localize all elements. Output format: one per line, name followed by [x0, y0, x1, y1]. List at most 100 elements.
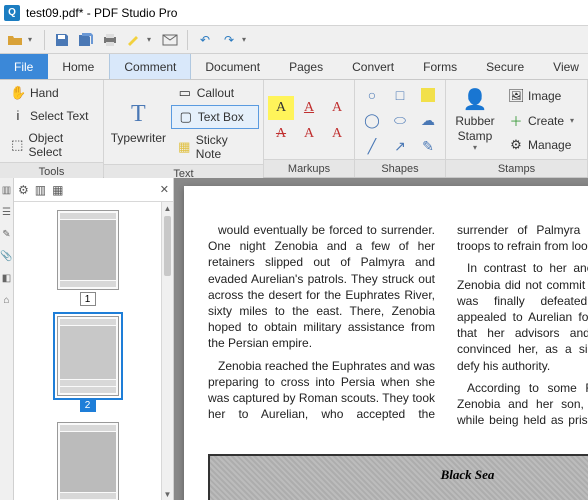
squiggly-markup-icon[interactable]: A: [324, 96, 350, 120]
line-shape-icon[interactable]: ╱: [359, 135, 385, 159]
ribbon-tabs: File Home Comment Document Pages Convert…: [0, 54, 588, 80]
cloud-shape-icon[interactable]: ☁: [415, 109, 441, 133]
thumb-view-icon[interactable]: ▥: [35, 183, 46, 197]
rail-bookmarks-icon[interactable]: ☰: [1, 206, 13, 218]
mail-icon[interactable]: [159, 29, 181, 51]
typewriter-label: Typewriter: [111, 131, 166, 145]
group-shapes: ○ □ ◯ ⬭ ☁ ╱ ↗ ✎ Shapes: [355, 80, 446, 177]
sticky-button[interactable]: ▦Sticky Note: [171, 130, 259, 164]
hand-label: Hand: [30, 86, 59, 100]
tab-view[interactable]: View: [539, 54, 588, 79]
document-viewport[interactable]: would eventually be forced to surrender.…: [174, 178, 588, 500]
sticky-icon: ▦: [177, 139, 192, 155]
page-content: would eventually be forced to surrender.…: [184, 186, 588, 500]
arrow-shape-icon[interactable]: ↗: [387, 135, 413, 159]
text-cursor-icon: Ꭵ: [10, 108, 26, 124]
thumb-options-icon[interactable]: ⚙: [18, 183, 29, 197]
save-icon[interactable]: [51, 29, 73, 51]
print-icon[interactable]: [99, 29, 121, 51]
titlebar: Q test09.pdf* - PDF Studio Pro: [0, 0, 588, 26]
open-dropdown[interactable]: ▾: [28, 35, 38, 44]
save-all-icon[interactable]: [75, 29, 97, 51]
thumbnail-scrollbar[interactable]: ▲ ▼: [161, 202, 173, 500]
group-label-markups: Markups: [264, 159, 354, 177]
rail-sign-icon[interactable]: ✎: [1, 228, 13, 240]
image-icon: 🖼: [508, 88, 524, 104]
rail-tags-icon[interactable]: ⌂: [1, 294, 13, 306]
tab-secure[interactable]: Secure: [472, 54, 539, 79]
rail-attach-icon[interactable]: 📎: [1, 250, 13, 262]
close-panel-icon[interactable]: ✕: [160, 183, 169, 196]
callout-label: Callout: [197, 86, 234, 100]
scroll-thumb[interactable]: [164, 216, 171, 276]
underline-markup-icon[interactable]: A: [296, 96, 322, 120]
tab-home[interactable]: Home: [48, 54, 109, 79]
tab-forms[interactable]: Forms: [409, 54, 472, 79]
rail-pages-icon[interactable]: ▥: [1, 184, 13, 196]
callout-button[interactable]: ▭Callout: [171, 82, 259, 104]
square-shape-icon[interactable]: □: [387, 83, 413, 107]
typewriter-button[interactable]: T Typewriter: [108, 98, 169, 147]
typewriter-icon: T: [131, 100, 146, 129]
oval-shape-icon[interactable]: ⬭: [387, 109, 413, 133]
thumb-grid-icon[interactable]: ▦: [52, 183, 63, 197]
rail-layers-icon[interactable]: ◧: [1, 272, 13, 284]
ribbon: ✋Hand ᎥSelect Text ⬚Object Select Tools …: [0, 80, 588, 178]
strikeout-markup-icon[interactable]: A: [268, 122, 294, 146]
redo-icon[interactable]: ↷: [218, 29, 240, 51]
scroll-down-icon[interactable]: ▼: [162, 488, 173, 500]
body-text: would eventually be forced to surrender.…: [208, 222, 435, 352]
gear-icon: ⚙: [508, 137, 524, 153]
textbox-button[interactable]: ▢ Text Box: [171, 105, 259, 129]
rubber-stamp-button[interactable]: 👤 Rubber Stamp ▾: [450, 86, 500, 154]
thumbnail-page-1[interactable]: [57, 210, 119, 290]
scroll-up-icon[interactable]: ▲: [162, 202, 173, 214]
thumbnail-header: ⚙ ▥ ▦ ✕: [14, 178, 173, 202]
thumbnail-panel: ⚙ ▥ ▦ ✕ 1 2: [14, 178, 174, 500]
manage-label: Manage: [528, 138, 571, 152]
textbox-icon: ▢: [178, 109, 194, 125]
stamp-icon: 👤: [463, 88, 488, 112]
highlight-markup-icon[interactable]: A: [268, 96, 294, 120]
insert-markup-icon[interactable]: A: [296, 122, 322, 146]
separator: [187, 30, 188, 50]
image-button[interactable]: 🖼 Image: [502, 85, 580, 107]
thumbnail-page-2[interactable]: [57, 316, 119, 396]
object-select-tool[interactable]: ⬚Object Select: [4, 128, 99, 162]
textbox-label: Text Box: [198, 110, 244, 124]
circle-shape-icon[interactable]: ○: [359, 83, 385, 107]
area-shape-icon[interactable]: [421, 88, 435, 102]
manage-button[interactable]: ⚙ Manage: [502, 134, 580, 156]
replace-markup-icon[interactable]: A: [324, 122, 350, 146]
redo-dropdown[interactable]: ▾: [242, 35, 252, 44]
hand-tool[interactable]: ✋Hand: [4, 82, 99, 104]
tab-convert[interactable]: Convert: [338, 54, 409, 79]
object-select-label: Object Select: [28, 131, 93, 159]
thumbnail-list[interactable]: 1 2: [14, 202, 161, 500]
tab-file[interactable]: File: [0, 54, 48, 79]
ellipse-shape-icon[interactable]: ◯: [359, 109, 385, 133]
map-figure: Black Sea: [208, 454, 588, 500]
map-label: Black Sea: [441, 466, 495, 484]
select-text-tool[interactable]: ᎥSelect Text: [4, 105, 99, 127]
highlight-icon[interactable]: [123, 29, 145, 51]
body-text: In contrast to her ancestor, Cleopatra, …: [457, 260, 588, 373]
separator: [44, 30, 45, 50]
tab-comment[interactable]: Comment: [109, 54, 191, 79]
group-label-stamps: Stamps: [446, 159, 587, 177]
create-button[interactable]: ＋Create▾: [502, 108, 580, 133]
group-tools: ✋Hand ᎥSelect Text ⬚Object Select Tools: [0, 80, 104, 177]
group-stamps: 👤 Rubber Stamp ▾ 🖼 Image ＋Create▾ ⚙ Manage…: [446, 80, 588, 177]
image-label: Image: [528, 89, 561, 103]
tab-pages[interactable]: Pages: [275, 54, 338, 79]
undo-icon[interactable]: ↶: [194, 29, 216, 51]
group-markups: A A A A A A Markups: [264, 80, 355, 177]
tab-document[interactable]: Document: [191, 54, 275, 79]
left-rail: ▥ ☰ ✎ 📎 ◧ ⌂: [0, 178, 14, 500]
sticky-label: Sticky Note: [196, 133, 253, 161]
pencil-shape-icon[interactable]: ✎: [415, 135, 441, 159]
highlight-dropdown[interactable]: ▾: [147, 35, 157, 44]
app-icon: Q: [4, 5, 20, 21]
thumbnail-page-3[interactable]: [57, 422, 119, 500]
open-icon[interactable]: [4, 29, 26, 51]
